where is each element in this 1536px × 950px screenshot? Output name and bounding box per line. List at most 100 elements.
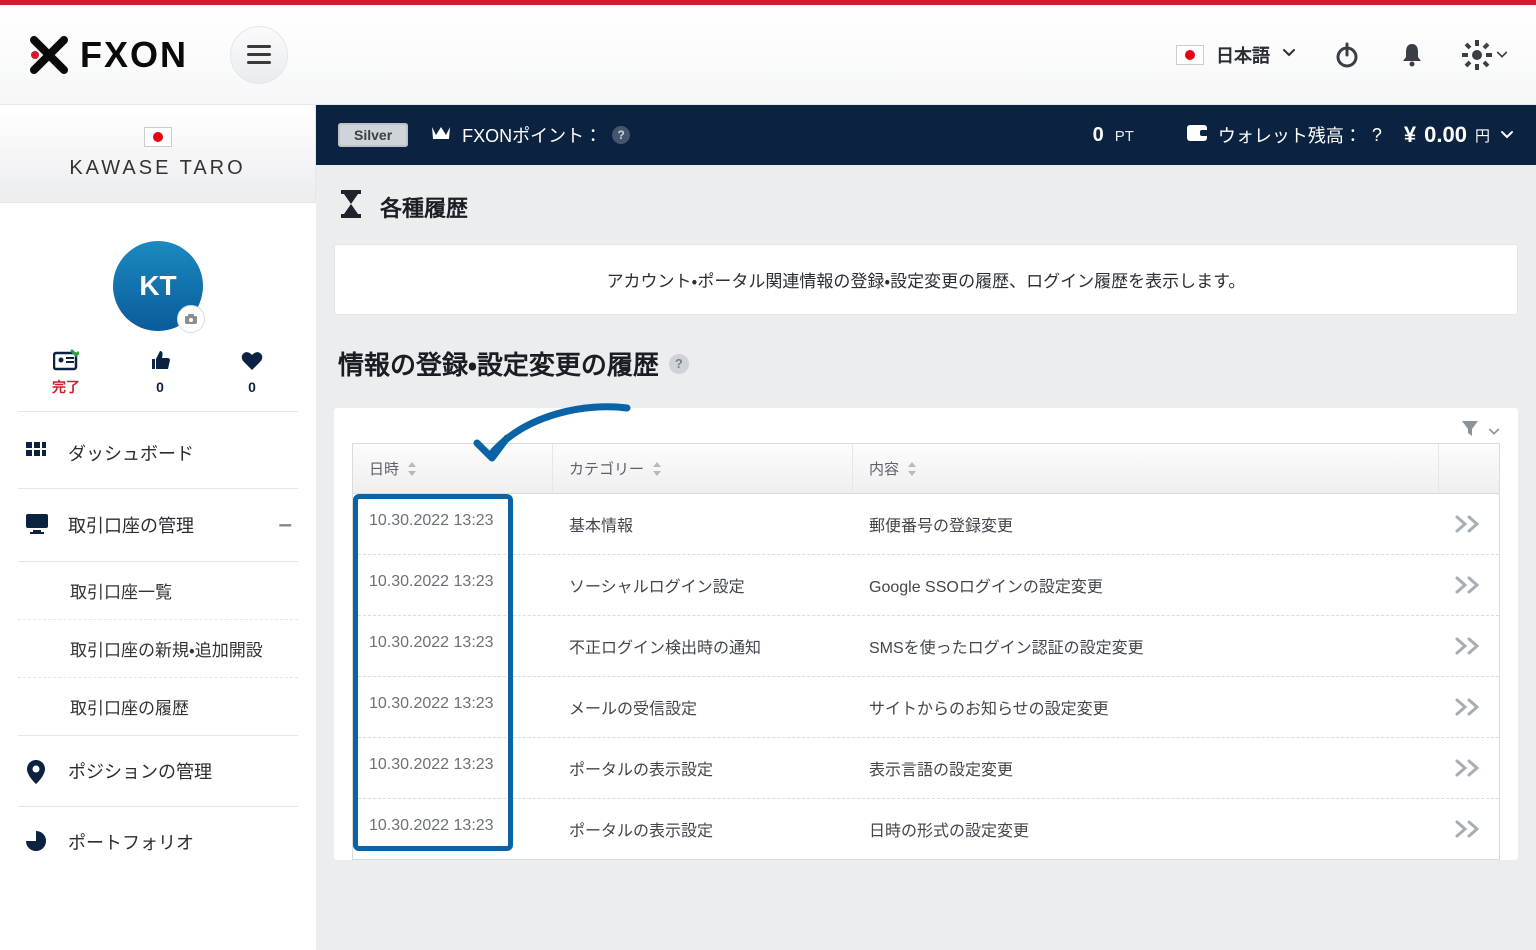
filter-icon [1460,418,1480,438]
chevron-down-icon [1500,122,1514,148]
yen-symbol: ¥ [1404,122,1416,148]
balance-currency: 円 [1475,125,1490,146]
col-datetime[interactable]: 日時 [353,444,553,493]
section-header: 情報の登録・設定変更の履歴 ? [316,315,1536,390]
cell-datetime: 10.30.2022 13:23 [353,799,553,859]
camera-icon[interactable] [177,305,205,333]
double-chevron-right-icon [1455,515,1483,533]
brand-logo[interactable]: FXON [28,34,188,76]
nav-account-management[interactable]: 取引口座の管理 – [18,489,298,562]
table-row[interactable]: 10.30.2022 13:23不正ログイン検出時の通知SMSを使ったログイン認… [353,616,1499,677]
col-actions [1439,444,1499,493]
sort-icon [907,462,917,476]
table-row[interactable]: 10.30.2022 13:23ソーシャルログイン設定Google SSOログイ… [353,555,1499,616]
row-expand[interactable] [1439,677,1499,737]
balance-amount: 0.00 [1424,122,1467,148]
double-chevron-right-icon [1455,698,1483,716]
crown-icon [430,123,452,148]
power-button[interactable] [1332,40,1362,70]
double-chevron-right-icon [1455,576,1483,594]
wallet-icon [1186,124,1208,147]
row-expand[interactable] [1439,799,1499,859]
page-description: アカウント・ポータル関連情報の登録・設定変更の履歴、ログイン履歴を表示します。 [334,244,1518,315]
language-selector[interactable]: 日本語 [1176,42,1296,68]
table-row[interactable]: 10.30.2022 13:23メールの受信設定サイトからのお知らせの設定変更 [353,677,1499,738]
hourglass-icon [338,189,364,224]
sidebar: KAWASE TARO KT 完了 [0,105,316,950]
cell-content: Google SSOログインの設定変更 [853,555,1439,615]
stat-likes: 0 [156,379,164,395]
row-expand[interactable] [1439,738,1499,798]
brand-name: FXON [80,34,188,76]
user-avatar[interactable]: KT [113,241,203,331]
nav-dashboard[interactable]: ダッシュボード [18,418,298,489]
nav-position-management[interactable]: ポジションの管理 [18,736,298,807]
stat-favorites: 0 [248,379,256,395]
cell-datetime: 10.30.2022 13:23 [353,677,553,737]
subnav-account-open[interactable]: 取引口座の新規・追加開設 [18,619,298,677]
favorites-stat[interactable]: 0 [240,349,264,397]
table-row[interactable]: 10.30.2022 13:23ポータルの表示設定表示言語の設定変更 [353,738,1499,799]
brand-logo-mark-icon [28,34,70,76]
help-icon[interactable]: ? [669,354,689,374]
avatar-initials: KT [139,270,176,302]
nav-item-label: ポジションの管理 [68,758,212,784]
help-icon[interactable]: ? [1372,125,1382,146]
nav-portfolio[interactable]: ポートフォリオ [18,807,298,877]
cell-category: ポータルの表示設定 [553,738,853,798]
subnav-account-list[interactable]: 取引口座一覧 [18,562,298,619]
table-row[interactable]: 10.30.2022 13:23基本情報郵便番号の登録変更 [353,494,1499,555]
flag-japan-icon [1176,45,1204,65]
row-expand[interactable] [1439,494,1499,554]
history-table: 日時 カテゴリー 内容 10.30.2022 13:23基本情報郵便番号の登録変… [352,443,1500,860]
profile-completion-stat[interactable]: 完了 [52,349,80,397]
settings-button[interactable] [1462,40,1508,70]
language-label: 日本語 [1216,42,1270,68]
page-title: 各種履歴 [380,191,468,223]
cell-category: 不正ログイン検出時の通知 [553,616,853,676]
help-icon[interactable]: ? [612,126,630,144]
likes-stat[interactable]: 0 [148,349,172,397]
hamburger-menu-button[interactable] [230,26,288,84]
grid-icon [24,440,50,466]
table-body: 10.30.2022 13:23基本情報郵便番号の登録変更10.30.2022 … [353,494,1499,859]
cell-category: メールの受信設定 [553,677,853,737]
points-value: 0 PT [1093,124,1134,147]
double-chevron-right-icon [1455,637,1483,655]
table-filter[interactable] [334,408,1518,443]
col-content[interactable]: 内容 [853,444,1439,493]
pie-chart-icon [24,829,50,855]
cell-category: ソーシャルログイン設定 [553,555,853,615]
heart-icon [240,349,264,373]
flag-japan-icon [144,127,172,147]
table-header: 日時 カテゴリー 内容 [353,444,1499,494]
double-chevron-right-icon [1455,759,1483,777]
page-title-row: 各種履歴 [316,165,1536,244]
row-expand[interactable] [1439,555,1499,615]
status-bar: Silver FXONポイント： ? 0 PT ウォレット残高： ? [316,105,1536,165]
cell-content: 郵便番号の登録変更 [853,494,1439,554]
id-card-icon [53,349,79,371]
notifications-button[interactable] [1398,41,1426,69]
wallet-balance[interactable]: ¥ 0.00 円 [1404,122,1514,148]
cell-content: 表示言語の設定変更 [853,738,1439,798]
collapse-icon: – [279,511,292,539]
monitor-icon [24,512,50,538]
map-pin-icon [24,758,50,784]
cell-category: 基本情報 [553,494,853,554]
nav-account-management-sub: 取引口座一覧 取引口座の新規・追加開設 取引口座の履歴 [18,562,298,736]
nav-item-label: ダッシュボード [68,440,194,466]
cell-content: 日時の形式の設定変更 [853,799,1439,859]
points-label: FXONポイント： [462,122,602,148]
row-expand[interactable] [1439,616,1499,676]
cell-datetime: 10.30.2022 13:23 [353,555,553,615]
sort-icon [407,462,417,476]
wallet-block: ウォレット残高： ? [1186,122,1382,148]
sidebar-nav: ダッシュボード 取引口座の管理 – 取引口座一覧 取引口座の新規・追加開設 取引… [18,418,298,877]
col-category[interactable]: カテゴリー [553,444,853,493]
table-row[interactable]: 10.30.2022 13:23ポータルの表示設定日時の形式の設定変更 [353,799,1499,859]
subnav-account-history[interactable]: 取引口座の履歴 [18,677,298,735]
chevron-down-icon [1488,426,1500,438]
wallet-label: ウォレット残高： [1218,122,1362,148]
section-title: 情報の登録・設定変更の履歴 [338,345,659,382]
